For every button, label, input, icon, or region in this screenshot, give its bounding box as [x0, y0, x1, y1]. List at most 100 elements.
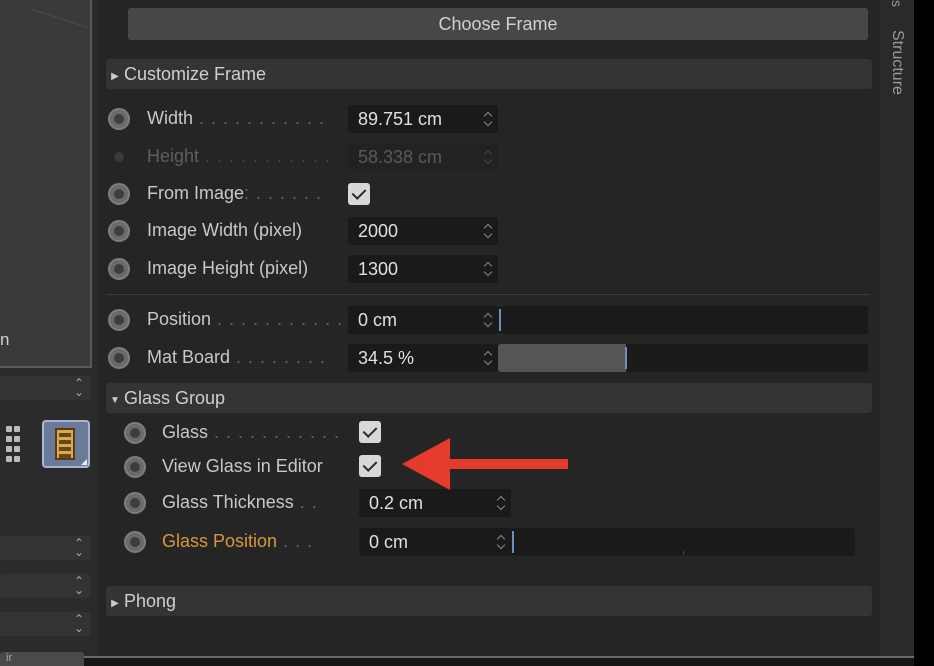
slider-fill [498, 344, 626, 372]
radio-icon[interactable] [124, 531, 146, 553]
label-text: Height [147, 146, 200, 166]
label-text: Glass Thickness [162, 492, 294, 512]
radio-icon[interactable] [124, 456, 146, 478]
radio-icon[interactable] [124, 422, 146, 444]
annotation-arrow-icon [402, 438, 568, 490]
radio-icon[interactable] [108, 108, 130, 130]
section-glass-group[interactable]: ▼ Glass Group [106, 383, 872, 413]
label-dots: . . . . . . . . . . . [193, 108, 326, 128]
glass-checkbox[interactable] [359, 421, 381, 443]
spin-arrows-icon[interactable] [484, 260, 494, 278]
position-slider[interactable] [498, 306, 868, 334]
section-customize-frame[interactable]: ▶ Customize Frame [106, 59, 872, 89]
choose-frame-button[interactable]: Choose Frame [128, 8, 868, 40]
expand-triangle-icon: ▶ [111, 598, 119, 609]
radio-icon[interactable] [124, 492, 146, 514]
expand-triangle-icon: ▶ [111, 71, 119, 82]
left-dropdown-3[interactable]: ⌃ ⌄ [0, 574, 90, 598]
radio-icon [114, 152, 124, 162]
spin-arrows-icon[interactable] [484, 349, 494, 367]
bottom-tab[interactable]: ir [0, 652, 84, 666]
glass-label: Glass . . . . . . . . . . . [162, 422, 340, 443]
field-value: 0 cm [358, 310, 398, 330]
collapse-triangle-icon: ▼ [110, 395, 120, 406]
height-label: Height . . . . . . . . . . . [147, 146, 331, 167]
slider-thumb[interactable] [499, 309, 501, 331]
label-text: From Image [147, 183, 245, 203]
image-height-field[interactable]: 1300 [348, 255, 498, 283]
view-glass-label: View Glass in Editor [162, 456, 323, 476]
from-image-label: From Image: . . . . . . [147, 183, 322, 204]
slider-thumb[interactable] [625, 347, 627, 369]
image-height-label: Image Height (pixel) [147, 258, 309, 278]
divider [106, 294, 870, 295]
label-dots: . . . . . . . . [230, 347, 327, 367]
radio-icon[interactable] [108, 309, 130, 331]
field-value: 89.751 cm [358, 109, 443, 129]
chevron-updown-icon: ⌃ ⌄ [73, 612, 84, 635]
spin-arrows-icon[interactable] [497, 494, 507, 512]
label-text: Glass [162, 422, 209, 442]
width-label: Width . . . . . . . . . . . [147, 108, 325, 129]
field-value: 0.2 cm [369, 493, 424, 513]
label-dots: . . . [277, 531, 314, 551]
field-value: 34.5 % [358, 348, 415, 368]
mat-board-field[interactable]: 34.5 % [348, 344, 498, 372]
sidebar-tab-partial[interactable]: s [880, 0, 914, 18]
section-title: Glass Group [124, 388, 226, 408]
label-text: Glass Position [162, 531, 278, 551]
section-phong[interactable]: ▶ Phong [106, 586, 872, 616]
bottom-bar [0, 656, 914, 666]
radio-icon[interactable] [108, 183, 130, 205]
view-glass-checkbox[interactable] [359, 455, 381, 477]
slider-thumb[interactable] [512, 531, 514, 553]
field-value: 2000 [358, 221, 399, 241]
spin-arrows-icon[interactable] [484, 222, 494, 240]
radio-icon[interactable] [108, 220, 130, 242]
film-strip-icon[interactable] [42, 420, 90, 468]
spin-arrows-icon[interactable] [484, 311, 494, 329]
left-dropdown-2[interactable]: ⌃ ⌄ [0, 536, 90, 560]
mat-board-slider[interactable] [498, 344, 868, 372]
left-dropdown-4[interactable]: ⌃ ⌄ [0, 612, 90, 636]
width-field[interactable]: 89.751 cm [348, 105, 498, 133]
field-value: 1300 [358, 259, 399, 279]
from-image-checkbox[interactable] [348, 183, 370, 205]
radio-icon[interactable] [108, 258, 130, 280]
label-dots: . . . . . . . . . . . [208, 422, 341, 442]
position-field[interactable]: 0 cm [348, 306, 498, 334]
height-field: 58.338 cm [348, 143, 498, 171]
viewport-label-fragment: n [0, 330, 10, 349]
glass-position-slider[interactable] [511, 528, 855, 556]
section-title: Customize Frame [124, 64, 267, 84]
label-text: Mat Board [147, 347, 231, 367]
structure-tab[interactable]: Structure [880, 30, 914, 130]
image-width-field[interactable]: 2000 [348, 217, 498, 245]
label-text: Position [147, 309, 212, 329]
spin-arrows-icon [484, 148, 494, 166]
chevron-updown-icon: ⌃ ⌄ [73, 376, 84, 399]
grid-icon[interactable] [0, 424, 20, 464]
radio-icon[interactable] [108, 347, 130, 369]
field-value: 0 cm [369, 532, 409, 552]
field-value: 58.338 cm [358, 147, 443, 167]
glass-position-label: Glass Position . . . [162, 531, 313, 552]
mat-board-label: Mat Board . . . . . . . . [147, 347, 326, 368]
label-text: Width [147, 108, 194, 128]
glass-thickness-label: Glass Thickness . . [162, 492, 318, 513]
label-dots: : . . . . . . [244, 183, 323, 203]
glass-position-field[interactable]: 0 cm [359, 528, 511, 556]
glass-thickness-field[interactable]: 0.2 cm [359, 489, 511, 517]
spin-arrows-icon[interactable] [484, 110, 494, 128]
viewport-preview[interactable]: n [0, 0, 92, 368]
spin-arrows-icon[interactable] [497, 533, 507, 551]
left-dropdown-1[interactable]: ⌃ ⌄ [0, 376, 90, 400]
label-dots: . . [293, 492, 318, 512]
image-width-label: Image Width (pixel) [147, 220, 303, 240]
window-edge [914, 0, 934, 666]
chevron-updown-icon: ⌃ ⌄ [73, 536, 84, 559]
position-label: Position . . . . . . . . . . . [147, 309, 343, 330]
section-title: Phong [124, 591, 177, 611]
label-dots: . . . . . . . . . . . [199, 146, 332, 166]
slider-tick [683, 551, 684, 555]
